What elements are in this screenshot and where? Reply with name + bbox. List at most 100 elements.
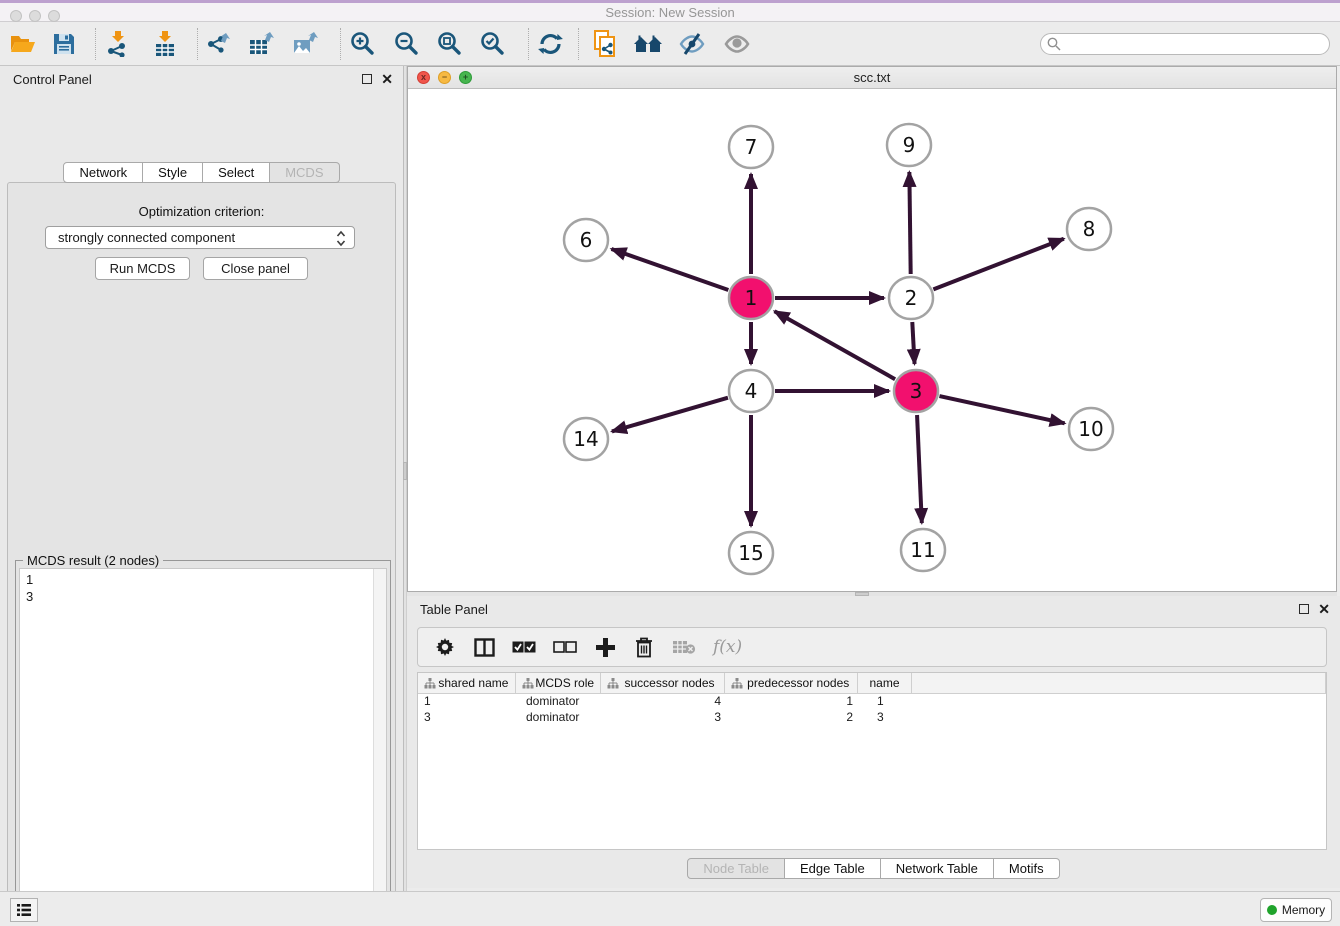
graph-edge-3-11[interactable] xyxy=(917,415,922,523)
graph-node-14[interactable]: 14 xyxy=(564,418,608,460)
cell-name[interactable]: 1 xyxy=(859,694,913,710)
task-history-button[interactable] xyxy=(10,898,38,922)
tab-mcds[interactable]: MCDS xyxy=(270,162,339,183)
memory-button[interactable]: Memory xyxy=(1260,898,1332,922)
zoom-in-button[interactable] xyxy=(348,30,378,58)
graph-edge-3-1[interactable] xyxy=(775,311,896,379)
mcds-result-textarea[interactable]: 1 3 xyxy=(19,568,387,926)
tab-node-table[interactable]: Node Table xyxy=(687,858,785,879)
cell-name[interactable]: 3 xyxy=(859,710,913,726)
graph-node-7[interactable]: 7 xyxy=(729,126,773,168)
column-header-successor-nodes[interactable]: successor nodes xyxy=(601,673,726,694)
optimization-dropdown[interactable]: strongly connected component xyxy=(45,226,355,249)
column-header-name[interactable]: name xyxy=(858,673,912,694)
minimize-app-button[interactable] xyxy=(29,10,41,22)
save-session-button[interactable] xyxy=(49,30,79,58)
graph-edge-4-14[interactable] xyxy=(612,398,728,432)
cell-shared-name[interactable]: 1 xyxy=(418,694,516,710)
deselect-all-button[interactable] xyxy=(553,635,577,659)
cell-predecessor-nodes[interactable]: 2 xyxy=(726,710,859,726)
checked-boxes-icon xyxy=(512,641,536,654)
graph-node-1[interactable]: 1 xyxy=(729,277,773,319)
minimize-view-button[interactable]: − xyxy=(438,71,451,84)
houses-icon xyxy=(633,33,663,55)
graph-node-15[interactable]: 15 xyxy=(729,532,773,574)
column-header-shared-name[interactable]: shared name xyxy=(418,673,516,694)
maximize-view-button[interactable]: + xyxy=(459,71,472,84)
tab-motifs[interactable]: Motifs xyxy=(994,858,1060,879)
close-view-button[interactable]: x xyxy=(417,71,430,84)
tab-network[interactable]: Network xyxy=(63,162,143,183)
apply-layout-button[interactable] xyxy=(535,30,565,58)
tab-select[interactable]: Select xyxy=(203,162,270,183)
open-folder-icon xyxy=(10,33,36,55)
close-panel-button[interactable]: Close panel xyxy=(203,257,308,280)
cell-successor-nodes[interactable]: 3 xyxy=(601,710,726,726)
table-toolbar: f(x) xyxy=(417,627,1327,667)
hide-selected-button[interactable] xyxy=(677,30,707,58)
eye-icon xyxy=(723,32,751,56)
cell-shared-name[interactable]: 3 xyxy=(418,710,516,726)
graph-node-8[interactable]: 8 xyxy=(1067,208,1111,250)
import-network-button[interactable] xyxy=(103,30,133,58)
zoom-selected-icon xyxy=(480,31,506,57)
zoom-fit-button[interactable] xyxy=(435,30,465,58)
import-table-button[interactable] xyxy=(150,30,180,58)
zoom-selected-button[interactable] xyxy=(478,30,508,58)
cell-MCDS-role[interactable]: dominator xyxy=(516,710,601,726)
optimization-label: Optimization criterion: xyxy=(8,204,395,219)
zoom-out-button[interactable] xyxy=(392,30,422,58)
show-all-button[interactable] xyxy=(722,30,752,58)
close-panel-icon[interactable]: ✕ xyxy=(1318,604,1330,614)
column-header-predecessor-nodes[interactable]: predecessor nodes xyxy=(725,673,858,694)
graph-node-11[interactable]: 11 xyxy=(901,529,945,571)
table-row[interactable]: 1dominator411 xyxy=(418,694,1326,710)
table-row[interactable]: 3dominator323 xyxy=(418,710,1326,726)
tab-edge-table[interactable]: Edge Table xyxy=(785,858,881,879)
column-header-MCDS-role[interactable]: MCDS role xyxy=(516,673,601,694)
search-input[interactable] xyxy=(1040,33,1330,55)
graph-node-9[interactable]: 9 xyxy=(887,124,931,166)
export-table-button[interactable] xyxy=(247,30,277,58)
node-label: 2 xyxy=(905,286,918,310)
export-image-button[interactable] xyxy=(291,30,321,58)
close-panel-icon[interactable]: ✕ xyxy=(381,74,393,84)
delete-row-button[interactable] xyxy=(633,635,655,659)
first-neighbors-button[interactable] xyxy=(633,30,663,58)
run-mcds-button[interactable]: Run MCDS xyxy=(95,257,190,280)
open-session-button[interactable] xyxy=(8,30,38,58)
show-columns-button[interactable] xyxy=(473,635,495,659)
graph-node-3[interactable]: 3 xyxy=(894,370,938,412)
search-field-wrap xyxy=(1040,33,1330,55)
table-panel-title: Table Panel xyxy=(420,602,488,617)
graph-edge-1-6[interactable] xyxy=(611,249,728,290)
tab-style[interactable]: Style xyxy=(143,162,203,183)
graph-node-6[interactable]: 6 xyxy=(564,219,608,261)
graph-edge-2-3[interactable] xyxy=(912,322,914,364)
select-all-button[interactable] xyxy=(512,635,536,659)
graph-node-4[interactable]: 4 xyxy=(729,370,773,412)
graph-node-10[interactable]: 10 xyxy=(1069,408,1113,450)
network-window-titlebar[interactable]: x − + scc.txt xyxy=(408,67,1336,89)
cell-successor-nodes[interactable]: 4 xyxy=(601,694,726,710)
graph-edge-2-8[interactable] xyxy=(933,239,1063,290)
float-panel-icon[interactable] xyxy=(362,74,372,84)
float-panel-icon[interactable] xyxy=(1299,604,1309,614)
node-label: 1 xyxy=(745,286,758,310)
control-panel: Control Panel ✕ NetworkStyleSelectMCDS O… xyxy=(0,66,403,891)
export-network-button[interactable] xyxy=(204,30,234,58)
result-scrollbar[interactable] xyxy=(373,569,386,926)
close-app-button[interactable] xyxy=(10,10,22,22)
clone-network-button[interactable] xyxy=(590,30,620,58)
window-traffic-lights[interactable] xyxy=(10,10,60,22)
graph-edge-3-10[interactable] xyxy=(939,396,1064,423)
table-options-button[interactable] xyxy=(434,635,456,659)
add-row-button[interactable] xyxy=(594,635,616,659)
zoom-app-button[interactable] xyxy=(48,10,60,22)
cell-MCDS-role[interactable]: dominator xyxy=(516,694,601,710)
graph-edge-2-9[interactable] xyxy=(909,172,910,274)
cell-predecessor-nodes[interactable]: 1 xyxy=(726,694,859,710)
network-canvas[interactable]: 1 2 3 4 6 7 8 9 10 11 14 15 xyxy=(408,89,1336,591)
graph-node-2[interactable]: 2 xyxy=(889,277,933,319)
tab-network-table[interactable]: Network Table xyxy=(881,858,994,879)
